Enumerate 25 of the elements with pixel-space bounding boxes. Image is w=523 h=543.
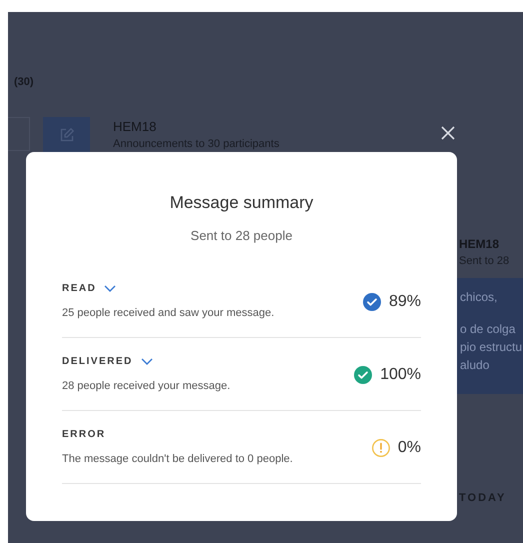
status-percent: 0% xyxy=(398,438,421,458)
close-button[interactable] xyxy=(440,125,456,141)
chevron-down-icon[interactable] xyxy=(104,284,116,292)
message-text: pio estructu xyxy=(460,338,523,356)
warning-circle-icon xyxy=(372,439,390,457)
channel-name: HEM18 xyxy=(113,118,158,136)
dialog-title: Message summary xyxy=(170,192,314,214)
status-percent: 100% xyxy=(380,365,421,385)
chevron-down-icon[interactable] xyxy=(140,358,153,365)
message-text: o de colga xyxy=(460,320,516,338)
message-text: aludo xyxy=(460,356,490,374)
status-description: The message couldn't be delivered to 0 people. xyxy=(62,452,293,467)
status-percent: 89% xyxy=(388,292,421,312)
status-label: READ xyxy=(62,282,96,296)
status-description: 28 people received your message. xyxy=(62,378,230,394)
close-icon xyxy=(441,126,455,140)
message-text: chicos, xyxy=(460,288,498,306)
status-label: DELIVERED xyxy=(62,354,133,369)
conversation-name: HEM18 xyxy=(458,236,500,253)
check-circle-icon xyxy=(362,293,381,311)
status-description: 25 people received and saw your message. xyxy=(62,306,274,321)
edit-icon xyxy=(58,126,74,142)
dialog-subtitle: Sent to 28 people xyxy=(190,226,292,245)
check-circle-icon xyxy=(354,366,372,384)
status-label: ERROR xyxy=(62,428,106,442)
